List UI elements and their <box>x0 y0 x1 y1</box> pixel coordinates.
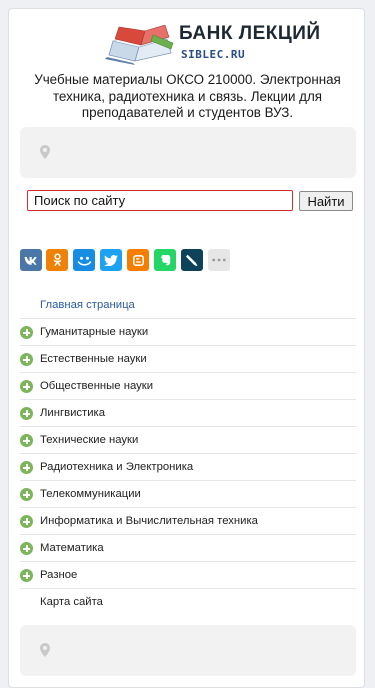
more-icon[interactable] <box>208 249 230 271</box>
search-form: Найти <box>27 190 353 212</box>
menu-item-label: Технические науки <box>40 434 139 446</box>
search-button[interactable]: Найти <box>299 191 353 211</box>
menu-item-label: Телекоммуникации <box>40 488 141 500</box>
moimir-icon[interactable] <box>73 249 95 271</box>
menu-item-math[interactable]: Математика <box>20 535 356 562</box>
site-tagline: Учебные материалы ОКСО 210000. Электронн… <box>34 72 341 120</box>
menu-item-label: Гуманитарные науки <box>40 326 149 338</box>
page-card: БАНК ЛЕКЦИЙ SIBLEC.RU Учебные материалы … <box>8 8 365 688</box>
twitter-icon[interactable] <box>100 249 122 271</box>
category-menu: Главная страница Гуманитарные науки Есте… <box>20 292 356 616</box>
menu-item-label: Общественные науки <box>40 380 154 392</box>
search-input[interactable] <box>27 190 293 211</box>
menu-item-technical-sciences[interactable]: Технические науки <box>20 427 356 454</box>
logo-subtitle: SIBLEC.RU <box>181 48 246 61</box>
menu-item-label: Радиотехника и Электроника <box>40 461 194 473</box>
menu-item-informatics[interactable]: Информатика и Вычислительная техника <box>20 508 356 535</box>
vk-icon[interactable] <box>20 249 42 271</box>
location-widget-bottom <box>20 625 356 676</box>
map-pin-icon <box>40 145 50 159</box>
menu-item-label: Естественные науки <box>40 353 147 365</box>
expand-plus-icon[interactable] <box>20 407 33 420</box>
menu-item-natural-sciences[interactable]: Естественные науки <box>20 346 356 373</box>
menu-item-home[interactable]: Главная страница <box>20 292 356 319</box>
livejournal-icon[interactable] <box>181 249 203 271</box>
menu-item-linguistics[interactable]: Лингвистика <box>20 400 356 427</box>
map-pin-icon <box>40 643 50 657</box>
menu-item-label: Математика <box>40 542 104 554</box>
expand-plus-icon[interactable] <box>20 488 33 501</box>
menu-item-label: Информатика и Вычислительная техника <box>40 515 258 527</box>
site-logo[interactable]: БАНК ЛЕКЦИЙ SIBLEC.RU <box>105 23 320 67</box>
menu-item-social-sciences[interactable]: Общественные науки <box>20 373 356 400</box>
expand-plus-icon[interactable] <box>20 542 33 555</box>
expand-plus-icon[interactable] <box>20 326 33 339</box>
evernote-icon[interactable] <box>154 249 176 271</box>
menu-item-label: Разное <box>40 569 78 581</box>
logo-title: БАНК ЛЕКЦИЙ <box>179 23 321 44</box>
expand-plus-icon[interactable] <box>20 353 33 366</box>
location-widget-top <box>20 127 356 178</box>
books-logo-icon <box>105 25 174 65</box>
blogger-icon[interactable] <box>127 249 149 271</box>
odnoklassniki-icon[interactable] <box>46 249 68 271</box>
expand-plus-icon[interactable] <box>20 380 33 393</box>
menu-item-radio-electronics[interactable]: Радиотехника и Электроника <box>20 454 356 481</box>
expand-plus-icon[interactable] <box>20 461 33 474</box>
menu-item-label: Лингвистика <box>40 407 106 419</box>
expand-plus-icon[interactable] <box>20 515 33 528</box>
menu-item-misc[interactable]: Разное <box>20 562 356 589</box>
expand-plus-icon[interactable] <box>20 569 33 582</box>
expand-plus-icon[interactable] <box>20 434 33 447</box>
menu-item-sitemap[interactable]: Карта сайта <box>20 589 356 616</box>
menu-item-telecom[interactable]: Телекоммуникации <box>20 481 356 508</box>
menu-item-humanities[interactable]: Гуманитарные науки <box>20 319 356 346</box>
